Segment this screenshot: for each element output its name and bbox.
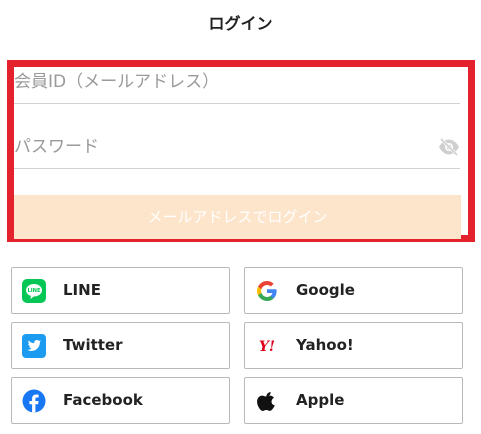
facebook-icon bbox=[22, 389, 46, 413]
apple-icon bbox=[255, 389, 279, 413]
eye-slash-icon[interactable] bbox=[438, 137, 460, 157]
yahoo-icon: Y! bbox=[255, 334, 279, 358]
apple-login-label: Apple bbox=[296, 391, 345, 409]
email-login-button[interactable]: メールアドレスでログイン bbox=[14, 195, 461, 239]
member-id-field bbox=[14, 60, 460, 104]
yahoo-icon-text: Y! bbox=[259, 339, 275, 355]
page-title: ログイン bbox=[208, 14, 273, 33]
password-field bbox=[14, 125, 460, 169]
facebook-login-label: Facebook bbox=[63, 391, 143, 409]
twitter-login-button[interactable]: Twitter bbox=[11, 322, 230, 369]
line-icon: LINE bbox=[22, 279, 46, 303]
yahoo-login-button[interactable]: Y! Yahoo! bbox=[244, 322, 463, 369]
twitter-login-label: Twitter bbox=[63, 336, 123, 354]
line-login-label: LINE bbox=[63, 281, 101, 299]
google-login-button[interactable]: Google bbox=[244, 267, 463, 314]
password-input[interactable] bbox=[14, 125, 434, 168]
svg-text:LINE: LINE bbox=[27, 288, 41, 294]
apple-login-button[interactable]: Apple bbox=[244, 377, 463, 424]
twitter-icon bbox=[22, 334, 46, 358]
login-page: ログイン メールアドレスでログイン LINE LINE bbox=[0, 0, 481, 434]
facebook-login-button[interactable]: Facebook bbox=[11, 377, 230, 424]
google-login-label: Google bbox=[296, 281, 355, 299]
member-id-input[interactable] bbox=[14, 60, 434, 103]
google-icon bbox=[255, 279, 279, 303]
line-login-button[interactable]: LINE LINE bbox=[11, 267, 230, 314]
yahoo-login-label: Yahoo! bbox=[296, 336, 354, 354]
